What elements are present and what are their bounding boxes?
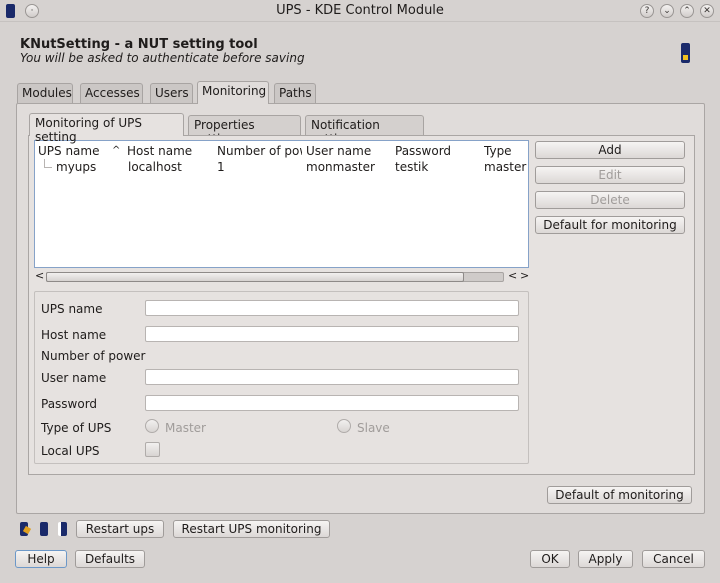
default-for-monitoring-button[interactable]: Default for monitoring (535, 216, 685, 234)
ups-tool-icon (18, 521, 32, 537)
ups-name-input[interactable] (145, 300, 519, 316)
apply-button[interactable]: Apply (578, 550, 633, 568)
column-header-password[interactable]: Password (395, 144, 481, 158)
help-button[interactable]: Help (15, 550, 67, 568)
table-row[interactable]: myups localhost 1 monmaster testik maste… (35, 159, 528, 175)
column-header-label: User name (306, 144, 372, 158)
scroll-left-icon[interactable]: < (35, 269, 44, 282)
scrollbar-thumb[interactable] (46, 272, 464, 282)
cell-ups-name: myups (56, 160, 97, 174)
local-ups-label: Local UPS (41, 444, 100, 458)
tab-users[interactable]: Users (150, 83, 193, 103)
master-radio[interactable] (145, 419, 159, 433)
tab-label: Users (155, 86, 189, 100)
master-radio-label: Master (165, 421, 206, 435)
host-name-input[interactable] (145, 326, 519, 342)
subtab-notification[interactable]: Notification setting (305, 115, 424, 146)
scroll-right-icon[interactable]: > (520, 269, 529, 282)
password-label: Password (41, 397, 98, 411)
restart-ups-button[interactable]: Restart ups (76, 520, 164, 538)
cell-number-of-power: 1 (217, 160, 225, 174)
cell-type: master (484, 160, 527, 174)
defaults-button[interactable]: Defaults (75, 550, 145, 568)
column-header-label: UPS name (38, 144, 100, 158)
default-of-monitoring-button[interactable]: Default of monitoring (547, 486, 692, 504)
type-of-ups-label: Type of UPS (41, 421, 112, 435)
window-title: UPS - KDE Control Module (276, 3, 444, 18)
add-button[interactable]: Add (535, 141, 685, 159)
app-title: KNutSetting - a NUT setting tool (20, 37, 258, 52)
app-subtitle: You will be asked to authenticate before… (20, 51, 305, 65)
column-header-label: Host name (127, 144, 193, 158)
subtab-properties[interactable]: Properties setting (188, 115, 301, 146)
tree-branch-line (44, 167, 52, 168)
window-titlebar: · UPS - KDE Control Module ? ⌄ ⌃ ✕ (0, 0, 720, 22)
slave-radio-label: Slave (357, 421, 390, 435)
tab-accesses[interactable]: Accesses (80, 83, 143, 103)
close-icon[interactable]: ✕ (700, 4, 714, 18)
column-header-label: Password (395, 144, 452, 158)
tab-label: Monitoring (202, 84, 267, 98)
local-ups-checkbox[interactable] (145, 442, 160, 457)
user-name-label: User name (41, 371, 107, 385)
ups-monitor-icon (55, 521, 69, 537)
column-header-host-name[interactable]: Host name (127, 144, 213, 158)
password-input[interactable] (145, 395, 519, 411)
ok-button[interactable]: OK (530, 550, 570, 568)
cell-user-name: monmaster (306, 160, 375, 174)
edit-button[interactable]: Edit (535, 166, 685, 184)
tab-label: Accesses (85, 86, 140, 100)
tab-label: Modules (22, 86, 72, 100)
cell-host-name: localhost (128, 160, 182, 174)
column-header-number-of-power[interactable]: Number of pow (217, 144, 302, 158)
help-icon[interactable]: ? (640, 4, 654, 18)
scroll-left-icon[interactable]: < (508, 269, 517, 282)
sort-ascending-icon: ^ (112, 145, 121, 156)
host-name-label: Host name (41, 328, 107, 342)
ups-icon (681, 43, 690, 63)
delete-button[interactable]: Delete (535, 191, 685, 209)
tab-paths[interactable]: Paths (274, 83, 316, 103)
tab-label: Paths (279, 86, 312, 100)
maximize-icon[interactable]: ⌃ (680, 4, 694, 18)
cancel-button[interactable]: Cancel (642, 550, 705, 568)
horizontal-scrollbar[interactable]: < < > (34, 269, 529, 285)
column-header-label: Number of pow (217, 144, 302, 158)
tree-branch-line (44, 159, 45, 167)
number-of-power-label: Number of power (41, 349, 146, 363)
subtab-monitoring-of-ups[interactable]: Monitoring of UPS setting (29, 113, 184, 144)
ups-name-label: UPS name (41, 302, 103, 316)
user-name-input[interactable] (145, 369, 519, 385)
minimize-icon[interactable]: ⌄ (660, 4, 674, 18)
slave-radio[interactable] (337, 419, 351, 433)
tab-monitoring[interactable]: Monitoring (197, 81, 269, 104)
column-header-label: Type (484, 144, 512, 158)
column-header-user-name[interactable]: User name (306, 144, 392, 158)
restart-ups-monitoring-button[interactable]: Restart UPS monitoring (173, 520, 330, 538)
column-header-type[interactable]: Type (484, 144, 528, 158)
tab-modules[interactable]: Modules (17, 83, 73, 103)
cell-password: testik (395, 160, 429, 174)
ups-icon (37, 521, 51, 537)
ups-list[interactable]: UPS name ^ Host name Number of pow User … (34, 140, 529, 268)
